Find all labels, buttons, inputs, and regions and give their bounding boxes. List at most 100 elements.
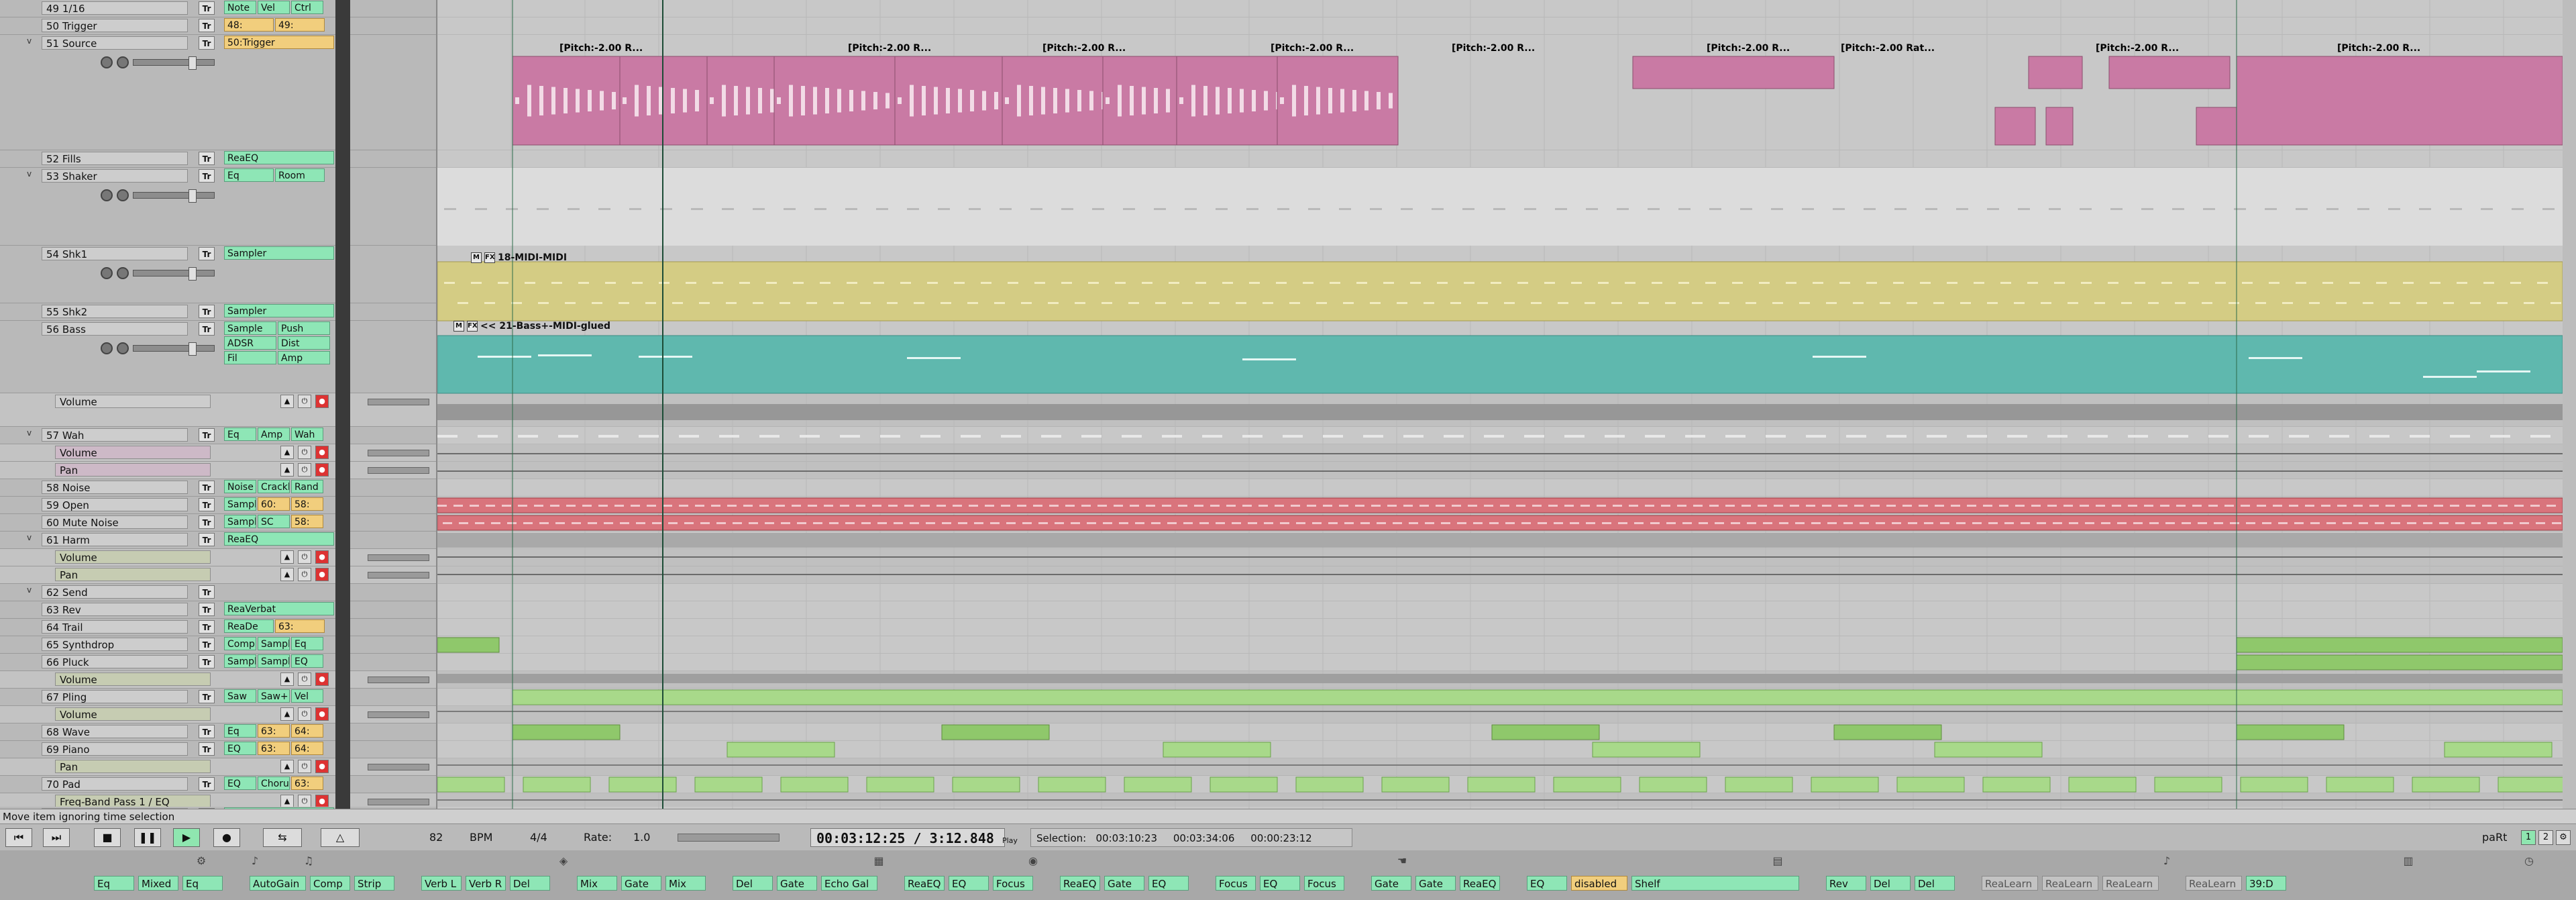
midi-note[interactable] [759, 435, 780, 438]
midi-note[interactable] [1142, 282, 1152, 284]
midi-note[interactable] [1564, 505, 1574, 507]
waveform-peak[interactable] [683, 89, 687, 113]
record-arm-icon[interactable]: ● [315, 463, 329, 477]
folder-toggle-icon[interactable]: v [27, 533, 36, 542]
midi-note[interactable] [1216, 208, 1228, 210]
midi-note[interactable] [1419, 505, 1429, 507]
fx-slot[interactable]: Wah [291, 428, 323, 441]
midi-note[interactable] [1146, 505, 1155, 507]
track-lane[interactable] [437, 601, 2563, 619]
midi-note[interactable] [1935, 505, 1944, 507]
mixer-fx-slot[interactable]: 39:D [2246, 876, 2286, 891]
midi-note[interactable] [538, 302, 549, 304]
midi-note[interactable] [1894, 208, 1907, 210]
midi-note[interactable] [2536, 522, 2545, 524]
midi-note[interactable] [604, 522, 613, 524]
midi-note[interactable] [2085, 522, 2094, 524]
waveform-peak[interactable] [635, 85, 639, 117]
midi-note[interactable] [1779, 522, 1788, 524]
arrange-canvas[interactable]: [Pitch:-2.00 R... [Pitch:-2.00 R... [Pitch… [437, 0, 2563, 809]
fx-slot[interactable]: Sampl [258, 654, 290, 668]
midi-note[interactable] [525, 282, 535, 284]
fx-slot[interactable]: Sampl [224, 515, 256, 528]
midi-note[interactable] [645, 302, 656, 304]
midi-item[interactable] [1592, 742, 1701, 758]
midi-note[interactable] [2269, 282, 2279, 284]
midi-note[interactable] [2289, 505, 2298, 507]
midi-note[interactable] [900, 282, 911, 284]
midi-note[interactable] [1759, 282, 1770, 284]
midi-note[interactable] [1880, 302, 1890, 304]
midi-note[interactable] [2310, 522, 2320, 524]
midi-note[interactable] [1226, 505, 1236, 507]
midi-note[interactable] [1927, 435, 1947, 438]
midi-note[interactable] [2282, 302, 2293, 304]
midi-note[interactable] [1088, 282, 1099, 284]
mixer-fx-slot[interactable]: ReaLearn [2042, 876, 2098, 891]
midi-note[interactable] [498, 282, 508, 284]
waveform-peak[interactable] [1191, 85, 1195, 117]
midi-note[interactable] [733, 522, 742, 524]
midi-note[interactable] [1115, 282, 1126, 284]
midi-note[interactable] [551, 282, 562, 284]
bypass-envelope-icon[interactable]: ⏻ [298, 446, 311, 459]
midi-note[interactable] [2080, 208, 2092, 210]
midi-item[interactable] [1210, 777, 1278, 793]
track-lane[interactable] [437, 706, 2563, 723]
midi-note[interactable] [2514, 505, 2524, 507]
bypass-envelope-icon[interactable]: ⏻ [298, 395, 311, 408]
trim-button[interactable]: Tr [199, 169, 215, 183]
midi-note[interactable] [2457, 282, 2467, 284]
midi-note[interactable] [506, 208, 518, 210]
bypass-envelope-icon[interactable]: ⏻ [298, 568, 311, 581]
midi-note[interactable] [1699, 522, 1708, 524]
midi-note[interactable] [1638, 302, 1649, 304]
item-name[interactable]: [Pitch:-2.00 R... [2337, 43, 2420, 54]
midi-item[interactable] [1295, 777, 1364, 793]
midi-note[interactable] [1343, 302, 1354, 304]
waveform-peak[interactable] [1389, 93, 1393, 109]
track-row[interactable]: 66 Pluck Tr Sampl Sampl EQ [0, 654, 436, 671]
track-row[interactable]: 64 Trail Tr ReaDe 63: [0, 619, 436, 636]
mixer-fx-slot[interactable]: ReaLearn [1982, 876, 2038, 891]
midi-note[interactable] [1123, 208, 1135, 210]
track-lane[interactable] [437, 619, 2563, 636]
repeat-button[interactable]: ⇆ [263, 828, 302, 847]
midi-note[interactable] [478, 435, 498, 438]
midi-note[interactable] [1387, 505, 1397, 507]
midi-note[interactable] [2148, 302, 2159, 304]
midi-note[interactable] [1130, 505, 1139, 507]
midi-note[interactable] [967, 302, 978, 304]
midi-note[interactable] [1477, 302, 1488, 304]
midi-note[interactable] [1678, 282, 1689, 284]
midi-note[interactable] [820, 282, 830, 284]
midi-item[interactable] [2236, 724, 2345, 740]
midi-note[interactable] [1772, 302, 1783, 304]
midi-note[interactable] [437, 435, 458, 438]
midi-note[interactable] [1940, 522, 1949, 524]
midi-note[interactable] [780, 302, 790, 304]
mixer-fx-slot[interactable]: Focus [1216, 876, 1256, 891]
midi-note[interactable] [1774, 505, 1783, 507]
midi-note[interactable] [1248, 522, 1257, 524]
rate-slider[interactable] [678, 834, 780, 842]
midi-note[interactable] [1652, 282, 1662, 284]
midi-note[interactable] [981, 282, 991, 284]
midi-note[interactable] [2407, 522, 2416, 524]
midi-note[interactable] [1135, 522, 1144, 524]
volume-knob[interactable] [101, 56, 113, 68]
midi-note[interactable] [2530, 435, 2551, 438]
midi-item[interactable] [608, 777, 677, 793]
fx-slot[interactable]: Fil [224, 351, 276, 364]
midi-note[interactable] [954, 282, 965, 284]
midi-note[interactable] [1555, 208, 1567, 210]
midi-note[interactable] [1360, 522, 1370, 524]
envelope-fader[interactable] [368, 572, 429, 579]
midi-item[interactable] [2444, 742, 2553, 758]
envelope-name[interactable]: Pan [55, 568, 211, 581]
mixer-fx-slot[interactable]: Shelf [1631, 876, 1799, 891]
midi-note[interactable] [2004, 522, 2014, 524]
midi-note[interactable] [1843, 522, 1853, 524]
waveform-peak[interactable] [1280, 97, 1284, 104]
midi-note[interactable] [2007, 435, 2027, 438]
